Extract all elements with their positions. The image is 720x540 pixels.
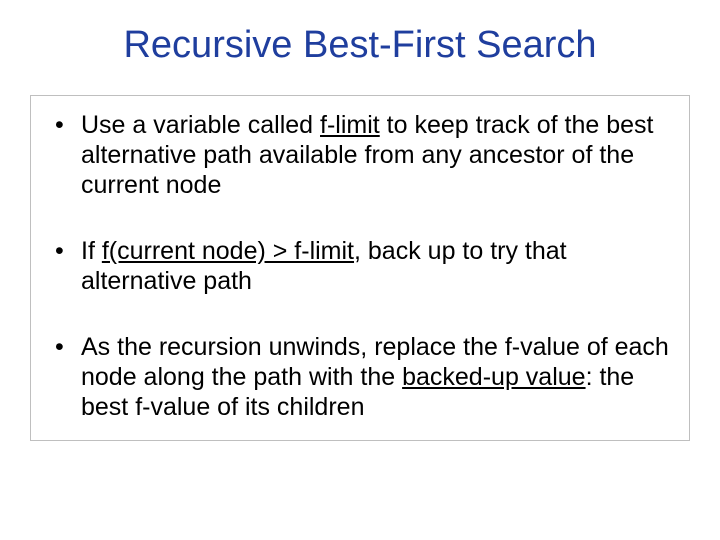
bullet-item: As the recursion unwinds, replace the f-… [51, 332, 669, 422]
underlined-term: f(current node) > f-limit [102, 237, 354, 265]
underlined-term: backed-up value [402, 363, 585, 391]
content-box: Use a variable called f-limit to keep tr… [30, 95, 690, 441]
slide: Recursive Best-First Search Use a variab… [0, 0, 720, 540]
bullet-text: Use a variable called [81, 111, 320, 139]
bullet-list: Use a variable called f-limit to keep tr… [51, 110, 669, 422]
underlined-term: f-limit [320, 111, 380, 139]
bullet-text: If [81, 237, 102, 265]
bullet-item: Use a variable called f-limit to keep tr… [51, 110, 669, 200]
slide-title: Recursive Best-First Search [30, 24, 690, 67]
bullet-item: If f(current node) > f-limit, back up to… [51, 236, 669, 296]
